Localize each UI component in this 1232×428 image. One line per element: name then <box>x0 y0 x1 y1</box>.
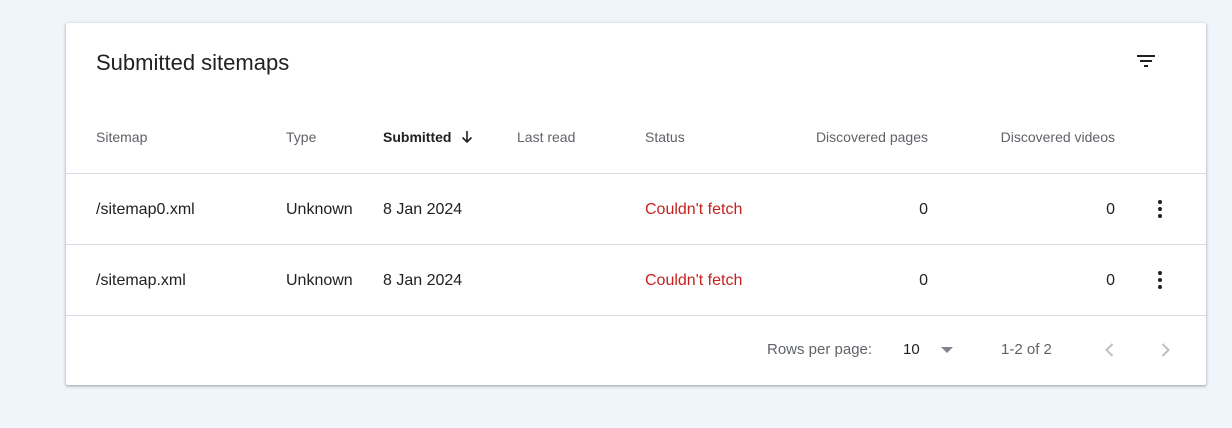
row-menu-button[interactable] <box>1144 262 1176 298</box>
table-header: Sitemap Type Submitted Last read Status … <box>66 113 1206 174</box>
table-row[interactable]: /sitemap.xml Unknown 8 Jan 2024 Couldn't… <box>66 245 1206 316</box>
discovered-pages-cell: 0 <box>919 272 928 289</box>
column-header-discovered-pages[interactable]: Discovered pages <box>816 128 928 146</box>
discovered-videos-cell: 0 <box>1106 201 1115 218</box>
chevron-right-icon <box>1161 343 1170 357</box>
column-header-discovered-videos[interactable]: Discovered videos <box>1001 128 1115 146</box>
submitted-sitemaps-card: Submitted sitemaps Sitemap Type Submitte… <box>66 23 1206 385</box>
rows-per-page-value: 10 <box>903 341 920 358</box>
caret-down-icon <box>941 347 953 353</box>
column-header-submitted[interactable]: Submitted <box>383 128 475 146</box>
discovered-pages-cell: 0 <box>919 201 928 218</box>
column-header-status[interactable]: Status <box>645 128 685 146</box>
type-cell: Unknown <box>286 272 353 289</box>
submitted-cell: 8 Jan 2024 <box>383 272 463 289</box>
more-vert-icon <box>1158 271 1162 289</box>
column-header-last-read[interactable]: Last read <box>517 128 575 146</box>
table-footer: Rows per page: 10 1-2 of 2 <box>66 315 1206 385</box>
discovered-videos-cell: 0 <box>1106 272 1115 289</box>
pagination-range: 1-2 of 2 <box>1001 341 1052 358</box>
column-header-type[interactable]: Type <box>286 128 316 146</box>
status-cell: Couldn't fetch <box>645 272 743 289</box>
submitted-cell: 8 Jan 2024 <box>383 201 463 218</box>
rows-per-page-label: Rows per page: <box>767 341 873 358</box>
row-menu-button[interactable] <box>1144 191 1176 227</box>
chevron-left-icon <box>1105 343 1114 357</box>
column-header-sitemap[interactable]: Sitemap <box>96 128 147 146</box>
filter-icon <box>1137 55 1155 67</box>
status-cell: Couldn't fetch <box>645 201 743 218</box>
more-vert-icon <box>1158 200 1162 218</box>
arrow-down-icon <box>462 131 473 144</box>
table-row[interactable]: /sitemap0.xml Unknown 8 Jan 2024 Couldn'… <box>66 174 1206 245</box>
column-header-submitted-label: Submitted <box>383 129 452 145</box>
filter-button[interactable] <box>1128 43 1164 79</box>
sitemap-cell: /sitemap0.xml <box>96 201 195 218</box>
type-cell: Unknown <box>286 201 353 218</box>
sitemap-cell: /sitemap.xml <box>96 272 186 289</box>
next-page-button[interactable] <box>1151 336 1179 364</box>
previous-page-button[interactable] <box>1096 336 1124 364</box>
card-title: Submitted sitemaps <box>96 50 290 75</box>
rows-per-page-select[interactable]: 10 <box>902 335 960 365</box>
